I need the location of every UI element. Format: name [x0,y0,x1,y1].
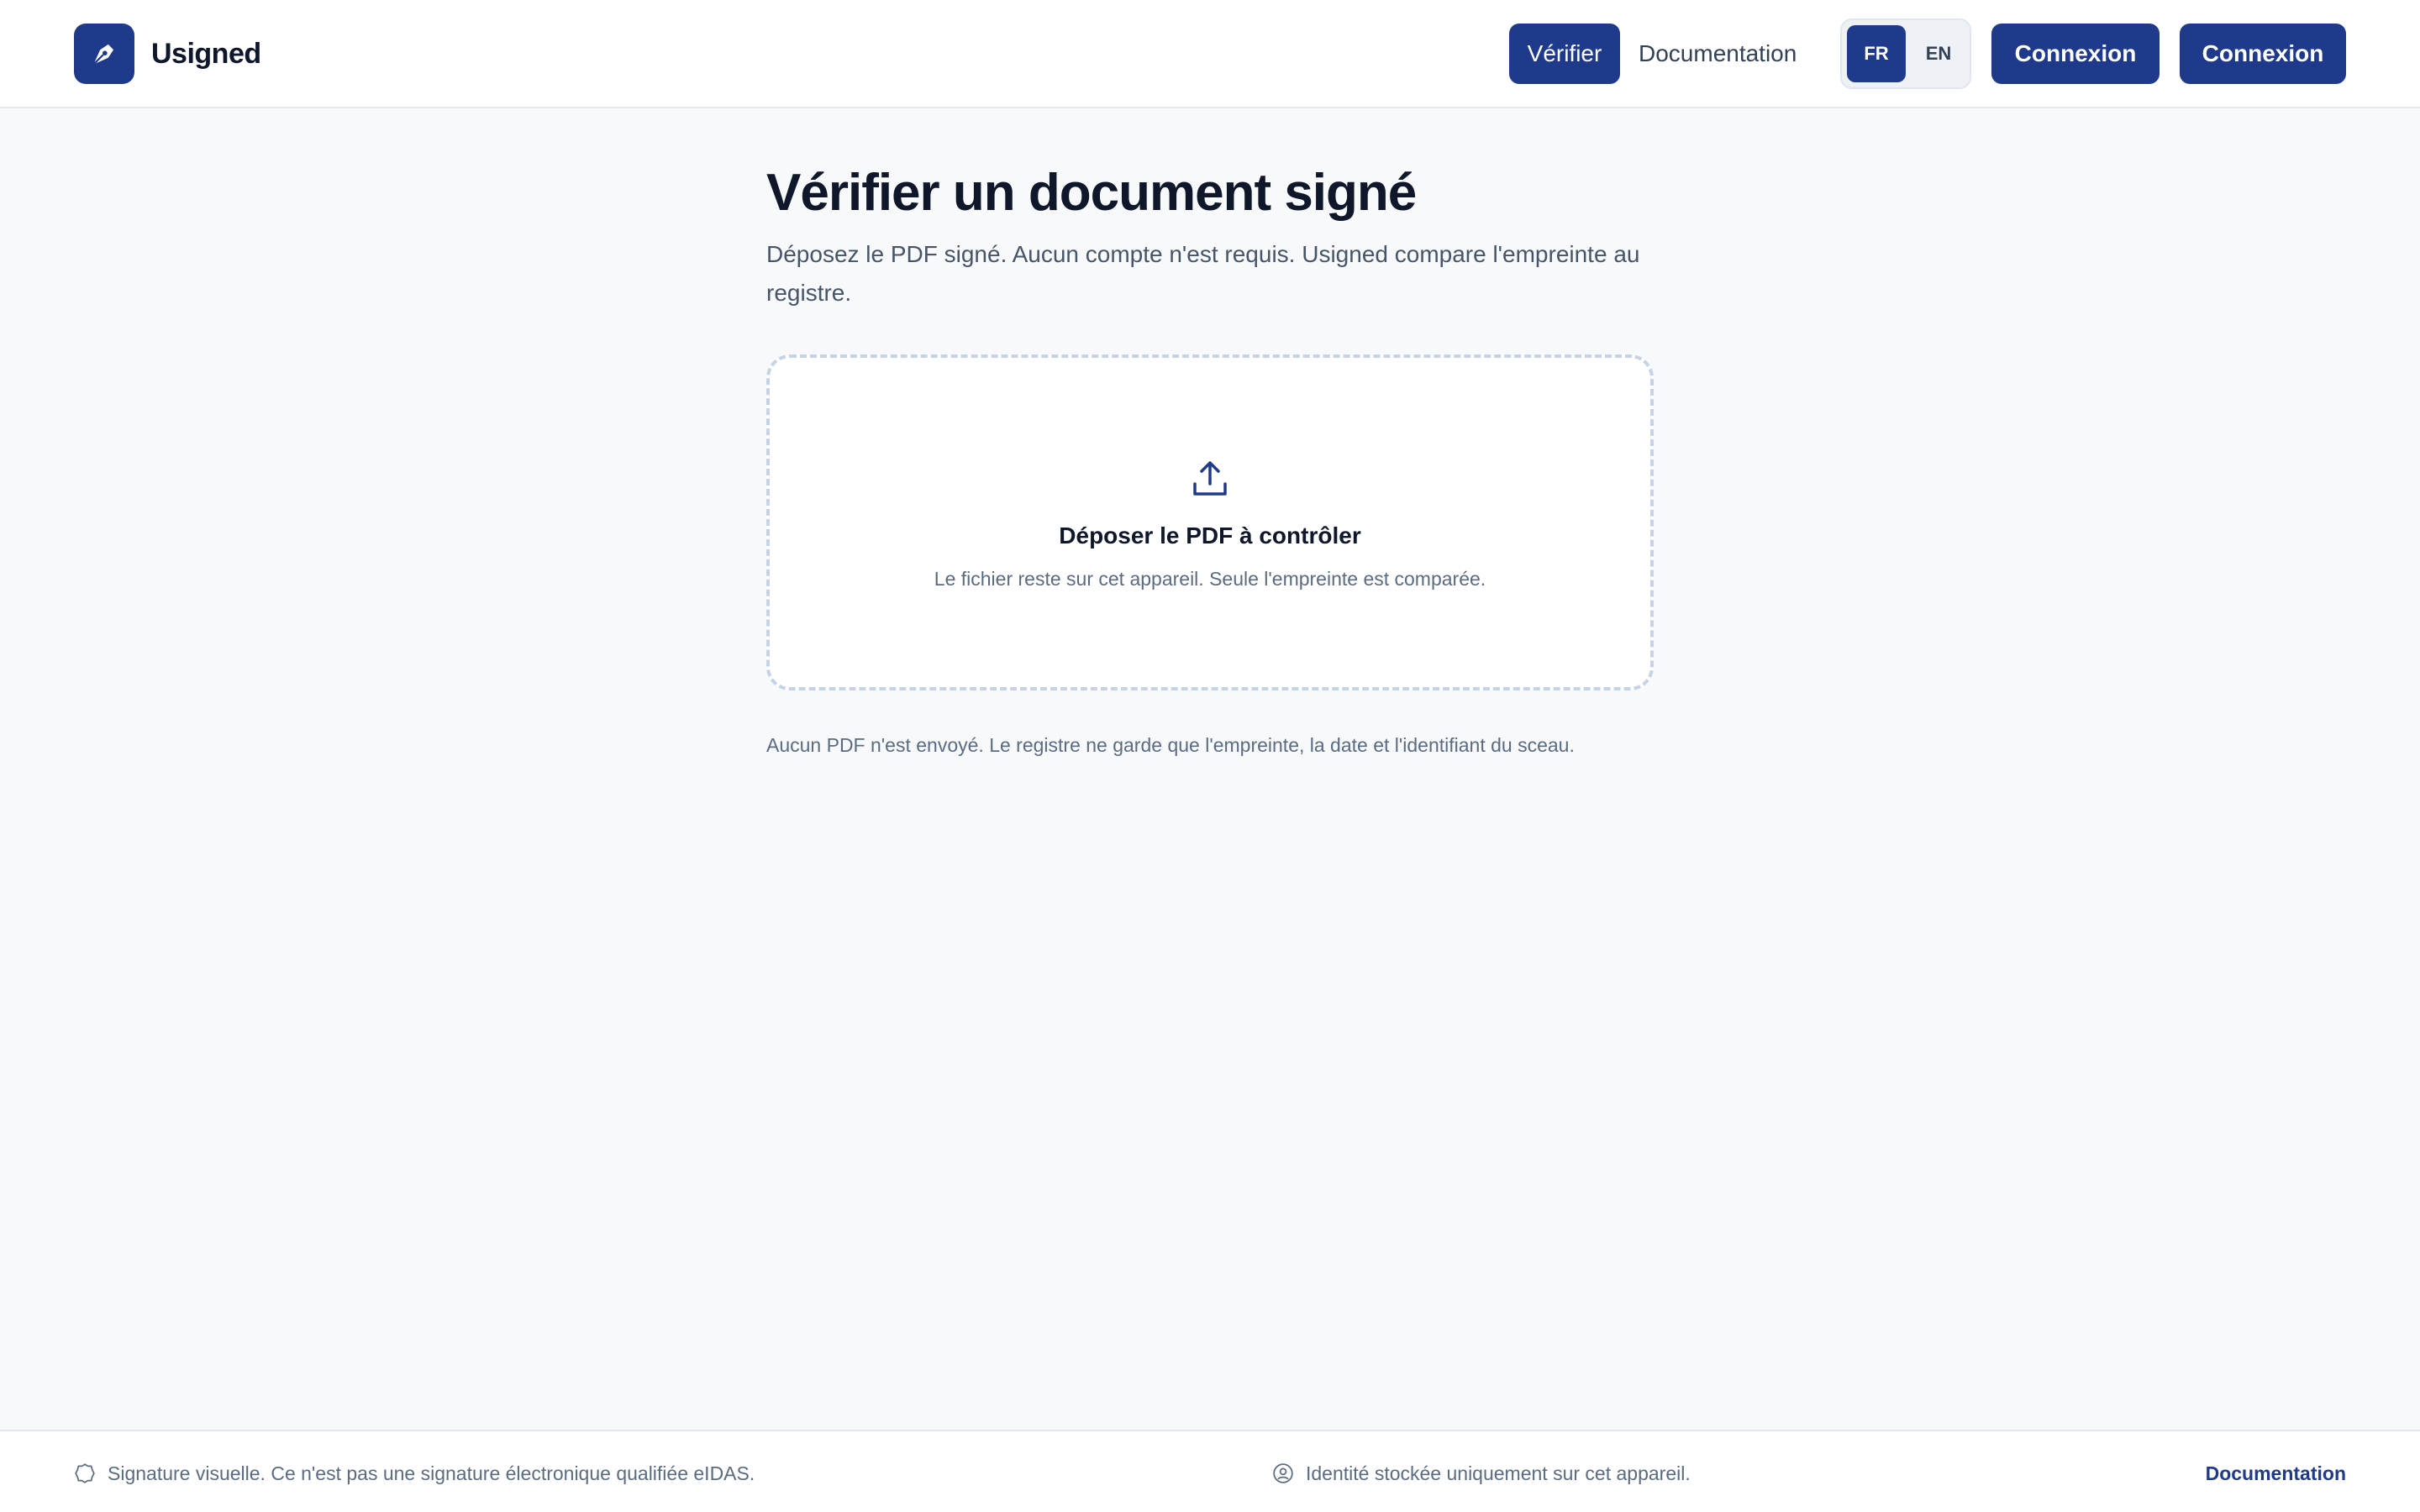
page-title: Vérifier un document signé [766,164,1417,222]
verify-page: Usigned Vérifier Documentation FR EN Con… [0,0,2420,1512]
login-button[interactable]: Connexion [1991,24,2160,84]
dropzone-hint: Le fichier reste sur cet appareil. Seule… [934,568,1486,590]
page-subtitle: Déposez le PDF signé. Aucun compte n'est… [766,241,1640,306]
brand-name[interactable]: Usigned [151,34,261,74]
dropzone-title: Déposer le PDF à contrôler [1059,522,1361,549]
nav-documentation-link[interactable]: Documentation [1639,24,1797,84]
pdf-dropzone[interactable]: Déposer le PDF à contrôler Le fichier re… [766,354,1654,690]
footer-disclaimer: Signature visuelle. Ce n'est pas une sig… [74,1457,755,1490]
language-switch: FR EN [1840,18,1971,89]
privacy-note: Aucun PDF n'est envoyé. Le registre ne g… [766,734,1575,756]
lang-fr-button[interactable]: FR [1847,25,1906,82]
seal-icon [75,1463,95,1483]
page-footer: Signature visuelle. Ce n'est pas une sig… [0,1430,2420,1512]
footer-identity-note: Identité stockée uniquement sur cet appa… [1272,1457,1691,1490]
upload-icon [1193,461,1227,496]
pen-nib-icon [92,44,114,66]
logo[interactable] [74,24,134,84]
top-header: Usigned Vérifier Documentation FR EN Con… [0,0,2420,108]
login-button-secondary[interactable]: Connexion [2180,24,2346,84]
footer-disclaimer-text: Signature visuelle. Ce n'est pas une sig… [108,1462,755,1484]
user-circle-icon [1273,1463,1293,1483]
footer-documentation-link[interactable]: Documentation [2206,1457,2346,1490]
footer-identity-text: Identité stockée uniquement sur cet appa… [1306,1462,1691,1484]
lang-en-button[interactable]: EN [1911,25,1966,82]
nav-verify-link[interactable]: Vérifier [1509,24,1620,84]
